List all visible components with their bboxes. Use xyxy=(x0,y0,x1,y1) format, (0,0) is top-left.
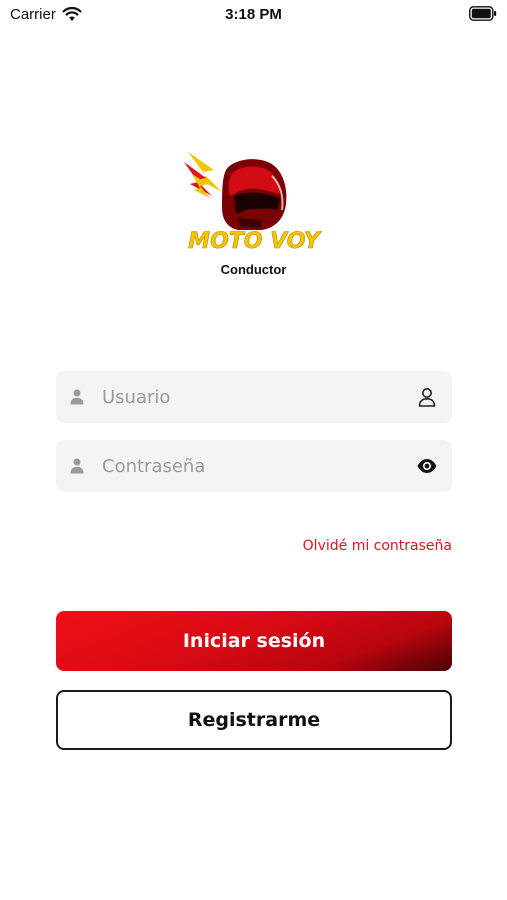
register-button-label: Registrarme xyxy=(187,709,321,731)
username-field[interactable] xyxy=(56,371,452,423)
login-button-label: Iniciar sesión xyxy=(182,630,326,652)
person-icon xyxy=(70,389,84,405)
password-input[interactable] xyxy=(102,440,402,492)
brand-text: MOTO VOY xyxy=(188,229,322,254)
user-outline-icon[interactable] xyxy=(416,386,438,408)
status-bar: Carrier 3:18 PM xyxy=(0,0,507,30)
eye-icon[interactable] xyxy=(416,455,438,477)
forgot-password-link[interactable]: Olvidé mi contraseña xyxy=(303,538,452,554)
battery-icon xyxy=(469,6,497,21)
register-button[interactable]: Registrarme xyxy=(56,690,452,750)
person-icon xyxy=(70,458,84,474)
login-button[interactable]: Iniciar sesión xyxy=(56,611,452,671)
password-field[interactable] xyxy=(56,440,452,492)
username-input[interactable] xyxy=(102,371,402,423)
helmet-lightning-logo: MOTO VOY xyxy=(184,152,322,254)
status-time: 3:18 PM xyxy=(225,6,282,23)
logo-subtitle: Conductor xyxy=(220,262,287,277)
